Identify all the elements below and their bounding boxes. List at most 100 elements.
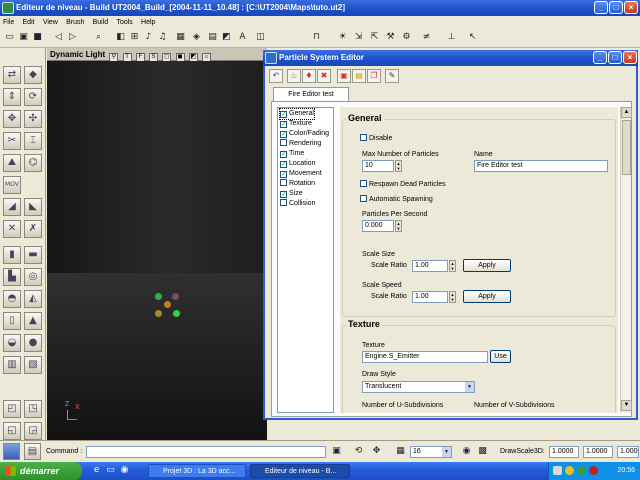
cone-builder-icon[interactable]: ▲ <box>24 312 42 330</box>
tab-fire-editor-test[interactable]: Fire Editor test <box>273 87 349 101</box>
texture-field[interactable]: Engine.S_Emitter <box>362 351 488 363</box>
movie-mode-icon[interactable]: MOV <box>3 176 21 194</box>
play-level-icon[interactable]: ≠ <box>420 31 433 44</box>
checkbox-general[interactable]: ✓ <box>280 111 287 118</box>
scale-size-field[interactable]: 1.00 <box>412 260 448 272</box>
close-button[interactable]: × <box>624 1 638 14</box>
scale-speed-apply-button[interactable]: Apply <box>463 290 511 303</box>
prefab-browser-icon[interactable]: ▤ <box>206 31 219 44</box>
emitter-sprite-icon[interactable] <box>164 301 171 308</box>
dome-builder-icon[interactable]: ◒ <box>3 334 21 352</box>
group-browser-icon[interactable]: ⊞ <box>128 31 141 44</box>
build-options-icon[interactable]: ⚙ <box>400 31 413 44</box>
quicklaunch-media-icon[interactable]: ◉ <box>118 464 131 477</box>
curved-stair-icon[interactable]: ◓ <box>3 290 21 308</box>
pps-field[interactable]: 0.000 <box>362 220 394 232</box>
draw-style-select[interactable]: Translucent ▼ <box>362 381 475 393</box>
category-time[interactable]: ✓ Time <box>280 149 304 159</box>
quicklaunch-desktop-icon[interactable]: ▭ <box>104 464 117 477</box>
actor-browser-icon[interactable]: ◧ <box>114 31 127 44</box>
disable-checkbox[interactable] <box>360 134 367 141</box>
checkbox-collision[interactable] <box>280 199 287 206</box>
select-all-icon[interactable]: ◲ <box>24 422 42 440</box>
new-map-icon[interactable]: ▭ <box>3 31 16 44</box>
category-rotation[interactable]: Rotation <box>280 179 315 189</box>
stairs-builder-icon[interactable]: ▙ <box>3 268 21 286</box>
cylinder-builder-icon[interactable]: ▯ <box>3 312 21 330</box>
show-selected-icon[interactable]: ◰ <box>3 400 21 418</box>
property-scrollbar[interactable]: ▲ ▼ <box>620 107 632 413</box>
task-projet-3d[interactable]: Projet 3D : La 3D acc... <box>148 464 246 478</box>
main-title-bar[interactable]: Editeur de niveau - Build UT2004_Build_[… <box>0 0 640 16</box>
command-history-icon[interactable]: ▣ <box>330 445 343 458</box>
scroll-down-icon[interactable]: ▼ <box>621 400 632 411</box>
brush-add-icon[interactable]: ◢ <box>3 198 21 216</box>
hide-selected-icon[interactable]: ◳ <box>24 400 42 418</box>
linear-stair-icon[interactable]: ▧ <box>24 356 42 374</box>
vertex-snap-icon[interactable]: ◉ <box>460 445 473 458</box>
scale-speed-field[interactable]: 1.00 <box>412 291 448 303</box>
emitter-sprite-icon[interactable] <box>155 293 162 300</box>
menu-help[interactable]: Help <box>138 19 158 26</box>
scale-speed-spinner[interactable]: ▲ ▼ <box>449 291 456 303</box>
menu-view[interactable]: View <box>40 19 61 26</box>
grid-dropdown-arrow-icon[interactable]: ▼ <box>442 447 451 457</box>
grid-size-select[interactable]: 16 ▼ <box>410 446 452 458</box>
name-field[interactable]: Fire Editor test <box>474 160 608 172</box>
unreal-script-icon[interactable]: ⊥ <box>445 31 458 44</box>
pse-fire-icon[interactable]: ♨ <box>287 69 301 83</box>
spiral-stair-icon[interactable]: ◎ <box>24 268 42 286</box>
brush-deintersect-icon[interactable]: ✗ <box>24 220 42 238</box>
pse-undo-icon[interactable]: ↶ <box>269 69 283 83</box>
scale-mode-icon[interactable]: ⇕ <box>3 88 21 106</box>
menu-build[interactable]: Build <box>90 19 112 26</box>
log-window-icon[interactable] <box>3 443 20 460</box>
build-paths-icon[interactable]: ⇲ <box>352 31 365 44</box>
console-icon[interactable]: ▤ <box>24 443 41 460</box>
category-collision[interactable]: Collision <box>280 199 315 209</box>
respawn-checkbox[interactable] <box>360 180 367 187</box>
context-help-icon[interactable]: ↖ <box>466 31 479 44</box>
dropdown-arrow-icon[interactable]: ▼ <box>465 382 474 392</box>
menu-brush[interactable]: Brush <box>63 19 87 26</box>
category-size[interactable]: ✓ Size <box>280 189 303 199</box>
pse-close-button[interactable]: × <box>623 51 637 64</box>
cube-builder-icon[interactable]: ▮ <box>3 246 21 264</box>
emitter-sprite-icon[interactable] <box>155 310 162 317</box>
build-all-icon[interactable]: ⚒ <box>384 31 397 44</box>
select-inside-icon[interactable]: ◱ <box>3 422 21 440</box>
texture-use-button[interactable]: Use <box>490 350 511 363</box>
music-browser-icon[interactable]: ♪ <box>142 31 155 44</box>
tray-sound-icon[interactable] <box>565 466 574 475</box>
open-map-icon[interactable]: ▣ <box>17 31 30 44</box>
undo-icon[interactable]: ◁ <box>52 31 65 44</box>
matinee-mode-icon[interactable]: ⌬ <box>24 154 42 172</box>
max-particles-field[interactable]: 10 <box>362 160 394 172</box>
build-geometry-icon[interactable]: ⊓ <box>310 31 323 44</box>
checkbox-time[interactable]: ✓ <box>280 151 287 158</box>
build-lighting-icon[interactable]: ☀ <box>336 31 349 44</box>
pse-export-icon[interactable]: ▤ <box>352 69 366 83</box>
scroll-thumb[interactable] <box>622 120 631 175</box>
quicklaunch-ie-icon[interactable]: e <box>90 464 103 477</box>
texture-pan-icon[interactable]: ✥ <box>3 110 21 128</box>
camera-mode-icon[interactable]: ⇄ <box>3 66 21 84</box>
pse-import-icon[interactable]: ▣ <box>337 69 351 83</box>
grid-size-icon[interactable]: ▦ <box>394 445 407 458</box>
pse-copy-icon[interactable]: ❐ <box>367 69 381 83</box>
minimize-button[interactable]: _ <box>594 1 608 14</box>
brush-clip-icon[interactable]: ✂ <box>3 132 21 150</box>
checkbox-texture[interactable]: ✓ <box>280 121 287 128</box>
checkbox-location[interactable]: ✓ <box>280 161 287 168</box>
pps-spinner[interactable]: ▲ ▼ <box>395 220 402 232</box>
brush-intersect-icon[interactable]: ✕ <box>3 220 21 238</box>
start-button[interactable]: démarrer <box>0 462 82 480</box>
sheet-builder-icon[interactable]: ▬ <box>24 246 42 264</box>
pse-add-emitter-icon[interactable]: ♦ <box>302 69 316 83</box>
pse-minimize-button[interactable]: _ <box>593 51 607 64</box>
disable-checkbox-row[interactable]: Disable <box>360 134 392 142</box>
volume-builder-icon[interactable]: ▥ <box>3 356 21 374</box>
perspective-viewport[interactable]: Dynamic Light ⚲ T F S ◻ ◼ ◩ ☼ Z X <box>47 48 267 440</box>
drag-grid-icon[interactable]: ✥ <box>370 445 383 458</box>
maximize-button[interactable]: □ <box>609 1 623 14</box>
